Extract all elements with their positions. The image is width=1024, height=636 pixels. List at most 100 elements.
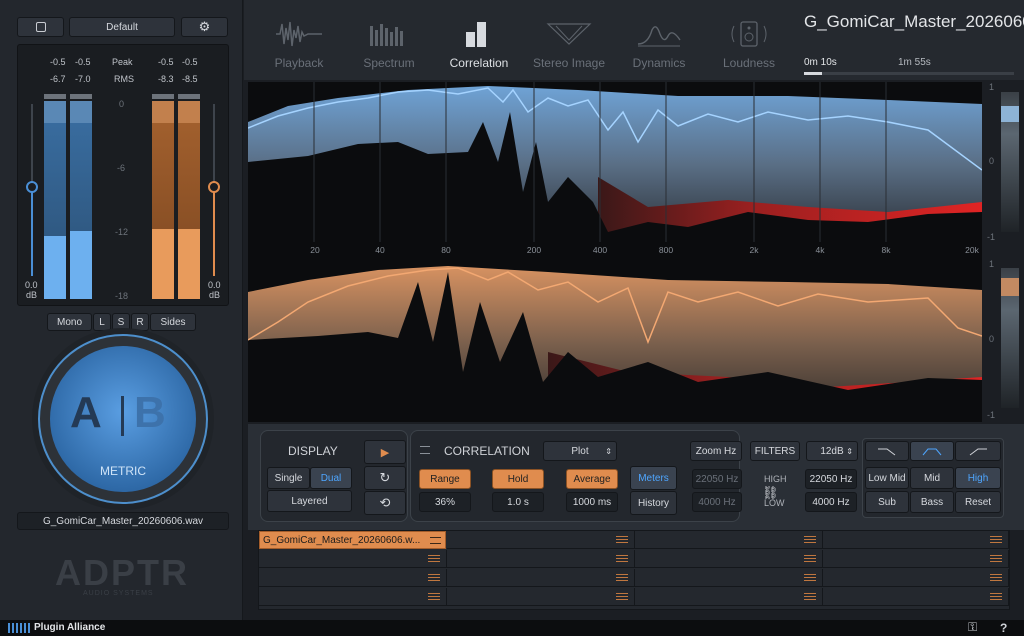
slot-menu-icon[interactable] xyxy=(616,593,628,600)
channel-mono-button[interactable]: Mono xyxy=(47,313,92,331)
low-left-value[interactable]: 4000 Hz xyxy=(692,492,742,512)
key-icon[interactable]: ⚿ xyxy=(968,620,977,635)
display-single-button[interactable]: Single xyxy=(267,467,310,489)
settings-button[interactable]: ⚙ xyxy=(181,17,228,37)
average-value[interactable]: 1000 ms xyxy=(566,492,618,512)
meter-left-a-rms xyxy=(44,236,66,299)
band-high-button[interactable]: High xyxy=(955,467,1001,489)
slot-menu-icon[interactable] xyxy=(428,555,440,562)
slot-menu-icon[interactable] xyxy=(990,593,1002,600)
display-layered-button[interactable]: Layered xyxy=(267,490,352,512)
gain-slider-right-fill xyxy=(213,186,215,276)
high-right-value[interactable]: 22050 Hz xyxy=(805,469,857,489)
freq-label-400: 400 xyxy=(592,245,608,255)
high-left-value[interactable]: 22050 Hz xyxy=(692,469,742,489)
slot-menu-icon[interactable] xyxy=(616,536,628,543)
slot-menu-icon[interactable] xyxy=(616,555,628,562)
file-slot[interactable] xyxy=(635,531,823,549)
tab-correlation[interactable]: Correlation xyxy=(434,18,524,74)
tab-loudness[interactable]: Loudness xyxy=(704,18,794,74)
band-sub-button[interactable]: Sub xyxy=(865,491,909,513)
file-slot[interactable] xyxy=(447,531,635,549)
average-button[interactable]: Average xyxy=(566,469,618,489)
file-slot[interactable] xyxy=(823,550,1009,568)
help-icon[interactable]: ? xyxy=(1000,621,1007,635)
freq-label-800: 800 xyxy=(658,245,674,255)
low-right-value[interactable]: 4000 Hz xyxy=(805,492,857,512)
filter-bandpass-button[interactable] xyxy=(910,441,954,461)
slot-menu-icon[interactable] xyxy=(990,555,1002,562)
filter-highpass-button[interactable] xyxy=(955,441,1001,461)
hamburger-icon[interactable] xyxy=(420,446,430,454)
preset-select[interactable]: Default xyxy=(69,17,175,37)
range-value[interactable]: 36% xyxy=(419,492,471,512)
zoom-hz-button[interactable]: Zoom Hz xyxy=(690,441,742,461)
file-title: G_GomiCar_Master_2026060... xyxy=(804,12,1024,31)
band-low-mid-button[interactable]: Low Mid xyxy=(865,467,909,489)
file-slot[interactable] xyxy=(823,588,1009,606)
freq-label-80: 80 xyxy=(441,245,451,255)
file-slot[interactable] xyxy=(823,531,1009,549)
reference-toggle-button[interactable] xyxy=(17,17,64,37)
slot-menu-icon[interactable] xyxy=(990,536,1002,543)
filter-lowpass-button[interactable] xyxy=(865,441,909,461)
slot-menu-icon[interactable] xyxy=(428,593,440,600)
tab-playback[interactable]: Playback xyxy=(254,18,344,74)
slot-menu-icon[interactable] xyxy=(428,574,440,581)
ab-a-label: A xyxy=(70,388,102,437)
slot-menu-icon[interactable] xyxy=(804,574,816,581)
gain-slider-left-handle[interactable] xyxy=(26,181,38,193)
footer-bar xyxy=(0,620,1024,636)
file-slot[interactable] xyxy=(447,569,635,587)
tab-stereo-image[interactable]: Stereo Image xyxy=(524,18,614,74)
slot-menu-icon[interactable] xyxy=(804,593,816,600)
channel-l-button[interactable]: L xyxy=(93,313,111,331)
channel-sides-button[interactable]: Sides xyxy=(150,313,196,331)
plot-select[interactable]: Plot ⇕ xyxy=(543,441,617,461)
band-mid-button[interactable]: Mid xyxy=(910,467,954,489)
slot-menu-icon[interactable] xyxy=(804,536,816,543)
slope-select[interactable]: 12dB ⇕ xyxy=(806,441,858,461)
rms-left-2: -7.0 xyxy=(75,74,91,84)
channel-r-button[interactable]: R xyxy=(131,313,149,331)
file-slot-active[interactable]: G_GomiCar_Master_20260606.w... xyxy=(259,531,446,549)
file-slot[interactable] xyxy=(635,569,823,587)
tab-spectrum[interactable]: Spectrum xyxy=(344,18,434,74)
gain-slider-right-handle[interactable] xyxy=(208,181,220,193)
hold-value[interactable]: 1.0 s xyxy=(492,492,544,512)
filters-button[interactable]: FILTERS xyxy=(750,441,800,461)
channel-s-button[interactable]: S xyxy=(112,313,130,331)
meters-button[interactable]: Meters xyxy=(630,466,677,490)
rms-right-2: -8.5 xyxy=(182,74,198,84)
reference-icon xyxy=(35,22,46,32)
file-slot[interactable] xyxy=(447,550,635,568)
slot-menu-icon[interactable] xyxy=(804,555,816,562)
ab-button[interactable]: A B METRIC xyxy=(50,346,196,492)
meter-left-b-rms xyxy=(70,231,92,299)
file-slot[interactable] xyxy=(447,588,635,606)
slot-menu-icon[interactable] xyxy=(616,574,628,581)
file-slot[interactable] xyxy=(823,569,1009,587)
range-button[interactable]: Range xyxy=(419,469,471,489)
band-bass-button[interactable]: Bass xyxy=(910,491,954,513)
loaded-file-name[interactable]: G_GomiCar_Master_20260606.wav xyxy=(17,512,229,530)
hold-button[interactable]: Hold xyxy=(492,469,544,489)
band-reset-button[interactable]: Reset xyxy=(955,491,1001,513)
file-slot[interactable] xyxy=(259,550,447,568)
history-button[interactable]: History xyxy=(630,491,677,515)
slot-menu-icon[interactable] xyxy=(990,574,1002,581)
tab-dynamics[interactable]: Dynamics xyxy=(614,18,704,74)
play-button[interactable]: ▶ xyxy=(364,440,406,464)
plugin-alliance-brand[interactable]: Plugin Alliance xyxy=(34,622,105,633)
refresh-button[interactable]: ↻ xyxy=(364,466,406,490)
meter-left-b-peak-hold xyxy=(70,94,92,99)
timeline-bar[interactable] xyxy=(804,72,1014,75)
slot-menu-icon[interactable] xyxy=(430,537,441,544)
file-slot[interactable] xyxy=(259,569,447,587)
file-slot[interactable] xyxy=(635,588,823,606)
display-dual-button[interactable]: Dual xyxy=(310,467,352,489)
peak-left-2: -0.5 xyxy=(75,57,91,67)
file-slot[interactable] xyxy=(635,550,823,568)
sync-button[interactable]: ⟲ xyxy=(364,491,406,515)
file-slot[interactable] xyxy=(259,588,447,606)
